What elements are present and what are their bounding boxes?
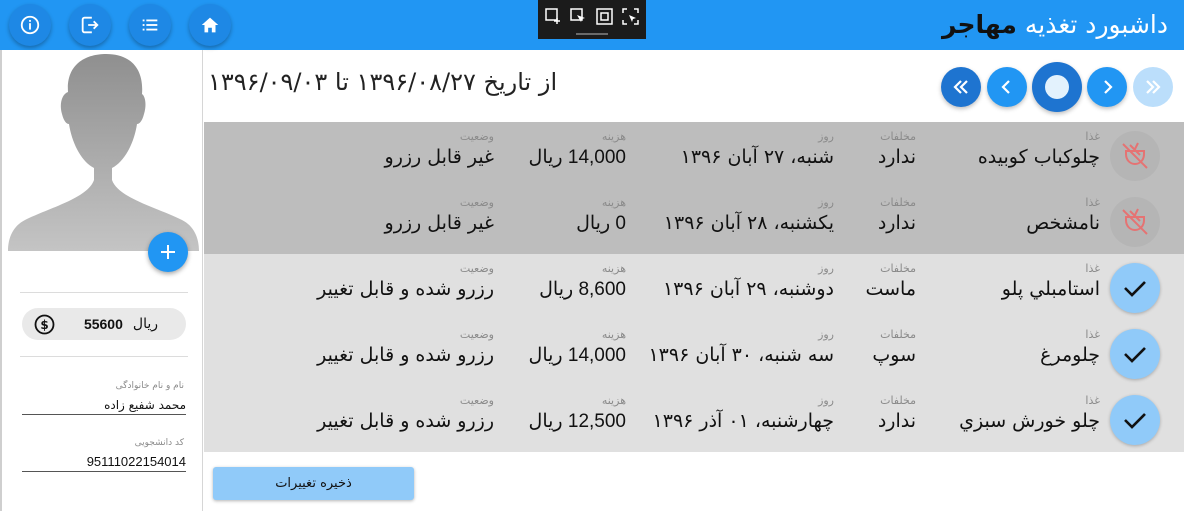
student-id-field: 95111022154014 <box>22 454 186 472</box>
previous-week-button[interactable] <box>987 67 1027 107</box>
app-title: داشبورد تغذیه مهاجر <box>942 8 1168 42</box>
next-week-button[interactable] <box>1087 67 1127 107</box>
select-region-icon[interactable] <box>570 8 587 25</box>
capture-icon[interactable] <box>622 8 639 25</box>
check-icon <box>1124 281 1146 297</box>
coin-icon: $ <box>34 314 55 334</box>
check-icon <box>1124 413 1146 429</box>
app-title-prefix: داشبورد تغذیه <box>1024 10 1168 39</box>
info-button[interactable] <box>9 4 51 46</box>
balance-chip: ریال 55600 $ <box>22 308 186 340</box>
svg-text:$: $ <box>40 318 48 332</box>
screenshot-add-icon[interactable] <box>545 8 562 25</box>
top-app-bar: داشبورد تغذیه مهاجر <box>0 0 1184 50</box>
reserved-toggle[interactable] <box>1110 329 1160 379</box>
double-chevron-right-icon <box>1146 80 1161 94</box>
name-field: محمد شفیع زاده <box>22 398 186 415</box>
profile-sidebar: ریال 55600 $ نام و نام خانوادگی محمد شفی… <box>0 50 203 511</box>
last-week-button[interactable] <box>1133 67 1173 107</box>
exit-icon <box>81 16 99 34</box>
check-icon <box>1124 347 1146 363</box>
chevron-right-icon <box>1104 80 1113 94</box>
exit-button[interactable] <box>69 4 111 46</box>
student-id-label: کد دانشجویی <box>134 438 184 448</box>
info-icon <box>20 15 40 35</box>
app-title-name: مهاجر <box>941 10 1017 39</box>
date-range-title: از تاریخ ۱۳۹۶/۰۸/۲۷ تا ۱۳۹۶/۰۹/۰۳ <box>208 68 558 96</box>
toolbar-grip[interactable] <box>576 33 608 35</box>
balance-currency: ریال <box>132 316 158 332</box>
meal-row: غذا چلوکباب کوبیده مخلفات ندارد روز شنبه، ۲… <box>204 122 1184 188</box>
list-icon <box>142 19 158 31</box>
not-reservable-icon <box>1110 131 1160 181</box>
meal-row[interactable]: غذا استامبلي پلو مخلفات ماست روز دوشنبه، ۲۹… <box>204 254 1184 320</box>
save-changes-button[interactable]: ذخیره تغییرات <box>213 467 414 500</box>
meal-row[interactable]: غذا چلومرغ مخلفات سوپ روز سه شنبه، ۳۰ آبان … <box>204 320 1184 386</box>
balance-amount: 55600 <box>83 316 123 332</box>
meal-row: غذا نامشخص مخلفات ندارد روز یکشنبه، ۲۸ آبان… <box>204 188 1184 254</box>
not-reservable-icon <box>1110 197 1160 247</box>
first-week-button[interactable] <box>941 67 981 107</box>
add-photo-button[interactable] <box>148 232 188 272</box>
current-week-button[interactable] <box>1032 62 1082 112</box>
home-icon <box>201 17 219 33</box>
fullscreen-icon[interactable] <box>596 8 613 25</box>
name-label: نام و نام خانوادگی <box>115 381 184 391</box>
avatar <box>8 52 199 251</box>
home-button[interactable] <box>189 4 231 46</box>
circle-icon <box>1045 75 1069 99</box>
sidebar-divider <box>20 356 188 357</box>
capture-toolbar <box>538 0 646 39</box>
plus-icon <box>161 245 175 259</box>
chevron-left-icon <box>1001 80 1010 94</box>
reserved-toggle[interactable] <box>1110 263 1160 313</box>
meal-row[interactable]: غذا چلو خورش سبزي مخلفات ندارد روز چهارشنبه… <box>204 386 1184 452</box>
reserved-toggle[interactable] <box>1110 395 1160 445</box>
double-chevron-left-icon <box>953 80 968 94</box>
list-button[interactable] <box>129 4 171 46</box>
user-silhouette-icon <box>8 54 199 251</box>
sidebar-divider <box>20 292 188 293</box>
